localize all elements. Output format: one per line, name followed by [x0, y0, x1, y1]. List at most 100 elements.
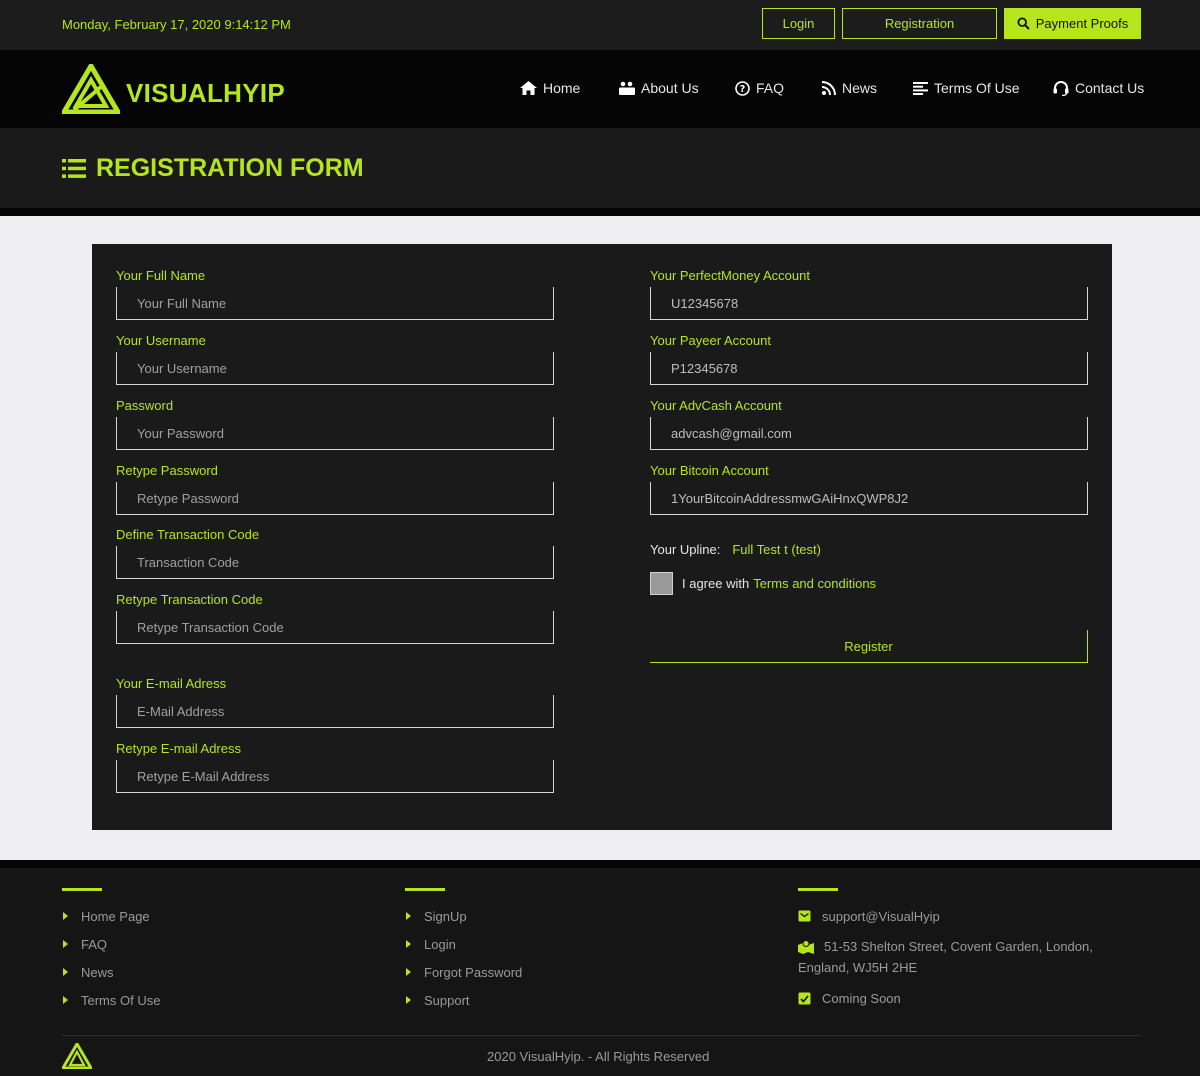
footer-divider	[0, 860, 1200, 868]
copyright-text: 2020 VisualHyip. - All Rights Reserved	[487, 1049, 710, 1064]
email-input[interactable]	[116, 695, 554, 728]
caret-right-icon	[406, 996, 411, 1004]
nav-about-label: About Us	[641, 80, 699, 96]
nav-news[interactable]: News	[822, 80, 877, 96]
caret-right-icon	[63, 940, 68, 948]
home-icon	[520, 81, 537, 95]
payeer-input[interactable]	[650, 352, 1088, 385]
footer-accent	[405, 888, 445, 891]
footer-link-news[interactable]: News	[62, 958, 160, 986]
payment-proofs-button[interactable]: Payment Proofs	[1004, 8, 1141, 39]
transaction-code-input[interactable]	[116, 546, 554, 579]
nav-about[interactable]: About Us	[619, 80, 699, 96]
list-icon	[62, 159, 86, 178]
footer-coming-soon-text: Coming Soon	[822, 991, 901, 1006]
footer-link-login[interactable]: Login	[405, 930, 522, 958]
footer-logo-icon[interactable]	[62, 1043, 92, 1069]
footer-link-forgot-password[interactable]: Forgot Password	[405, 958, 522, 986]
main-navbar: VISUALHYIP Home About Us ? FAQ News Term…	[0, 50, 1200, 128]
username-input[interactable]	[116, 352, 554, 385]
footer-accent	[798, 888, 838, 891]
page-title-text: REGISTRATION FORM	[96, 154, 364, 182]
footer-separator	[62, 1035, 1140, 1036]
full-name-input[interactable]	[116, 287, 554, 320]
terms-agreement: I agree with Terms and conditions	[650, 572, 876, 595]
bitcoin-input[interactable]	[650, 482, 1088, 515]
nav-contact-label: Contact Us	[1075, 80, 1145, 96]
logo-triangle-icon	[62, 64, 120, 114]
perfectmoney-label: Your PerfectMoney Account	[650, 268, 810, 283]
footer: Home Page FAQ News Terms Of Use SignUp L…	[0, 860, 1200, 1076]
upline-label: Your Upline:	[650, 542, 721, 557]
nav-contact[interactable]: Contact Us	[1053, 80, 1144, 96]
footer-address: 51-53 Shelton Street, Covent Garden, Lon…	[798, 936, 1118, 978]
caret-right-icon	[406, 940, 411, 948]
footer-coming-soon: Coming Soon	[798, 991, 901, 1006]
caret-right-icon	[406, 968, 411, 976]
registration-form: Your Full Name Your Username Password Re…	[92, 244, 1112, 830]
transaction-code-label: Define Transaction Code	[116, 527, 260, 542]
advcash-label: Your AdvCash Account	[650, 398, 782, 413]
footer-link-label: Login	[424, 936, 456, 952]
caret-right-icon	[63, 996, 68, 1004]
site-logo[interactable]: VISUALHYIP	[62, 64, 285, 114]
page-title: REGISTRATION FORM	[62, 154, 364, 183]
page-banner: REGISTRATION FORM	[0, 128, 1200, 208]
advcash-input[interactable]	[650, 417, 1088, 450]
headset-icon	[1053, 80, 1069, 96]
footer-link-signup[interactable]: SignUp	[405, 902, 522, 930]
current-datetime: Monday, February 17, 2020 9:14:12 PM	[62, 17, 291, 32]
nav-news-label: News	[842, 80, 878, 96]
checkbox-square-icon	[798, 992, 811, 1005]
retype-transaction-code-input[interactable]	[116, 611, 554, 644]
footer-link-home[interactable]: Home Page	[62, 902, 160, 930]
agree-text: I agree with	[682, 576, 750, 591]
nav-terms[interactable]: Terms Of Use	[913, 80, 1020, 96]
rss-icon	[822, 81, 836, 95]
caret-right-icon	[63, 968, 68, 976]
footer-links-col1: Home Page FAQ News Terms Of Use	[62, 902, 160, 1014]
nav-terms-label: Terms Of Use	[934, 80, 1020, 96]
register-button[interactable]: Register	[650, 630, 1088, 663]
payment-proofs-label: Payment Proofs	[1035, 16, 1129, 31]
footer-accent	[62, 888, 102, 891]
footer-link-terms[interactable]: Terms Of Use	[62, 986, 160, 1014]
full-name-label: Your Full Name	[116, 268, 206, 283]
brand-name: VISUALHYIP	[126, 77, 286, 108]
envelope-icon	[798, 910, 811, 922]
caret-right-icon	[63, 912, 68, 920]
email-label: Your E-mail Adress	[116, 676, 227, 691]
nav-faq[interactable]: ? FAQ	[735, 80, 784, 96]
bitcoin-label: Your Bitcoin Account	[650, 463, 769, 478]
footer-link-label: SignUp	[424, 908, 467, 924]
retype-password-label: Retype Password	[116, 463, 218, 478]
agree-checkbox[interactable]	[650, 572, 673, 595]
terms-link[interactable]: Terms and conditions	[753, 576, 876, 591]
retype-transaction-code-label: Retype Transaction Code	[116, 592, 263, 607]
search-icon	[1017, 17, 1030, 30]
retype-email-label: Retype E-mail Adress	[116, 741, 241, 756]
footer-link-label: Terms Of Use	[81, 992, 161, 1008]
password-input[interactable]	[116, 417, 554, 450]
nav-home[interactable]: Home	[520, 80, 580, 96]
retype-email-input[interactable]	[116, 760, 554, 793]
footer-link-label: Home Page	[81, 908, 150, 924]
footer-link-label: News	[81, 964, 114, 980]
retype-password-input[interactable]	[116, 482, 554, 515]
align-left-icon	[913, 81, 928, 95]
footer-links-col2: SignUp Login Forgot Password Support	[405, 902, 522, 1014]
footer-link-label: FAQ	[81, 936, 108, 952]
login-button[interactable]: Login	[762, 8, 835, 39]
nav-faq-label: FAQ	[756, 80, 785, 96]
footer-email[interactable]: support@VisualHyip	[798, 909, 940, 924]
footer-link-support[interactable]: Support	[405, 986, 522, 1014]
caret-right-icon	[406, 912, 411, 920]
question-circle-icon: ?	[735, 80, 750, 96]
perfectmoney-input[interactable]	[650, 287, 1088, 320]
svg-text:?: ?	[740, 84, 746, 95]
upline-info: Your Upline: Full Test t (test)	[650, 542, 821, 557]
footer-link-faq[interactable]: FAQ	[62, 930, 160, 958]
registration-button[interactable]: Registration	[842, 8, 997, 39]
footer-link-label: Forgot Password	[424, 964, 523, 980]
main-content: Your Full Name Your Username Password Re…	[0, 216, 1200, 860]
